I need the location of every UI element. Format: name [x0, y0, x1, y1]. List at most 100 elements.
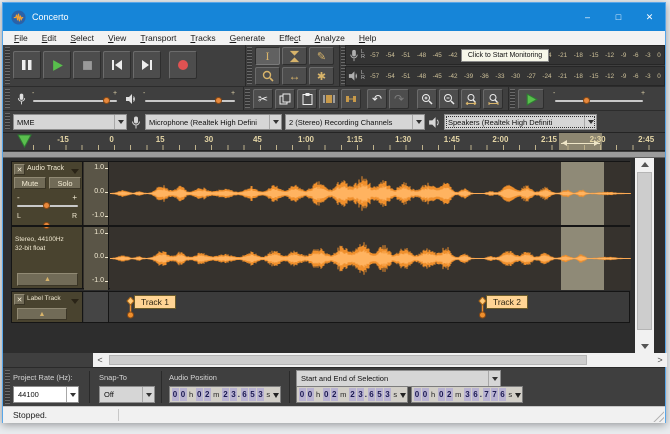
track-menu-arrow-icon[interactable]	[71, 299, 79, 308]
undo-button[interactable]: ↶	[367, 89, 387, 109]
multi-tool-button[interactable]: ✱	[309, 67, 334, 85]
copy-button[interactable]	[275, 89, 295, 109]
close-button[interactable]: ✕	[634, 3, 665, 31]
time-digit[interactable]: 6	[499, 388, 506, 401]
redo-button[interactable]: ↷	[389, 89, 409, 109]
playback-meter[interactable]: LR -57-54-51-48-45-42-39-36-33-30-27-24-…	[345, 66, 665, 86]
time-digit[interactable]: 2	[349, 388, 356, 401]
toolbar-grip[interactable]	[5, 113, 10, 130]
audio-position-field[interactable]: 00h02m23.653s	[169, 386, 281, 403]
amplitude-ruler-ch2[interactable]: 1.00.0-1.0	[84, 227, 109, 290]
time-digit[interactable]: 7	[483, 388, 490, 401]
skip-end-button[interactable]	[133, 51, 161, 79]
recording-channels-select[interactable]: 2 (Stereo) Recording Channels	[285, 114, 425, 130]
recording-device-select[interactable]: Microphone (Realtek High Defini	[145, 114, 282, 130]
record-button[interactable]	[169, 51, 197, 79]
time-digit[interactable]: 7	[491, 388, 498, 401]
track-name[interactable]: Label Track	[27, 295, 61, 302]
track-name[interactable]: Audio Track	[27, 165, 64, 172]
scroll-down-button[interactable]	[635, 340, 654, 353]
time-digit[interactable]: 3	[384, 388, 391, 401]
trim-audio-button[interactable]	[319, 89, 339, 109]
gain-slider-thumb[interactable]	[43, 202, 50, 209]
silence-audio-button[interactable]	[341, 89, 361, 109]
time-digit[interactable]: 0	[414, 388, 421, 401]
snap-to-select[interactable]: Off	[99, 386, 155, 403]
menu-item-transport[interactable]: Transport	[133, 33, 183, 43]
cut-button[interactable]: ✂	[253, 89, 273, 109]
time-digit[interactable]: 2	[331, 388, 338, 401]
horizontal-scrollbar[interactable]: < >	[93, 353, 667, 367]
toolbar-grip[interactable]	[5, 89, 10, 108]
stop-button[interactable]	[73, 51, 101, 79]
timeshift-tool-button[interactable]: ↔	[282, 67, 307, 85]
menu-item-select[interactable]: Select	[63, 33, 101, 43]
menu-item-file[interactable]: File	[7, 33, 35, 43]
chevron-down-icon[interactable]	[515, 393, 521, 401]
scroll-up-button[interactable]	[635, 158, 654, 171]
time-digit[interactable]: 2	[204, 388, 211, 401]
time-digit[interactable]: 6	[241, 388, 248, 401]
playback-speed-thumb[interactable]	[583, 97, 590, 104]
toolbar-grip[interactable]	[510, 89, 515, 108]
collapse-track-button[interactable]: ▲	[17, 273, 78, 286]
pause-button[interactable]	[13, 51, 41, 79]
solo-button[interactable]: Solo	[49, 177, 81, 189]
paste-button[interactable]	[297, 89, 317, 109]
time-digit[interactable]: 0	[180, 388, 187, 401]
playback-speed-slider[interactable]	[555, 100, 643, 102]
play-button[interactable]	[43, 51, 71, 79]
zoom-selection-button[interactable]	[461, 89, 481, 109]
time-digit[interactable]: 3	[464, 388, 471, 401]
draw-tool-button[interactable]: ✎	[309, 47, 334, 65]
waveform-channel-2[interactable]	[110, 227, 631, 290]
resize-grip[interactable]	[653, 411, 664, 422]
zoom-out-button[interactable]	[439, 89, 459, 109]
zoom-fit-button[interactable]	[483, 89, 503, 109]
time-digit[interactable]: 5	[249, 388, 256, 401]
pinned-play-head-button[interactable]	[17, 134, 32, 148]
playback-device-select[interactable]: Speakers (Realtek High Definiti	[444, 114, 597, 130]
timeline-ruler[interactable]: -1501530451:001:151:301:452:002:152:302:…	[3, 133, 665, 151]
waveform-channel-1[interactable]	[110, 162, 631, 225]
envelope-tool-button[interactable]	[282, 47, 307, 65]
maximize-button[interactable]: □	[603, 3, 634, 31]
label-chip[interactable]: Track 2	[486, 295, 528, 309]
selection-mode-select[interactable]: Start and End of Selection	[296, 370, 501, 387]
collapse-track-button[interactable]: ▲	[17, 308, 67, 320]
audio-host-select[interactable]: MME	[13, 114, 127, 130]
label-chip[interactable]: Track 1	[134, 295, 176, 309]
recording-volume-thumb[interactable]	[103, 97, 110, 104]
toolbar-grip[interactable]	[247, 47, 252, 84]
menu-item-effect[interactable]: Effect	[272, 33, 308, 43]
menu-item-edit[interactable]: Edit	[35, 33, 64, 43]
label-track-panel[interactable]: ✕ Label Track ▲	[12, 292, 83, 322]
time-digit[interactable]: 0	[307, 388, 314, 401]
time-digit[interactable]: 2	[222, 388, 229, 401]
chevron-down-icon[interactable]	[400, 393, 406, 401]
time-digit[interactable]: 0	[323, 388, 330, 401]
minimize-button[interactable]: –	[572, 3, 603, 31]
close-track-button[interactable]: ✕	[14, 164, 25, 175]
toolbar-grip[interactable]	[245, 89, 250, 108]
selection-end-field[interactable]: 00h02m36.776s	[411, 386, 523, 403]
time-digit[interactable]: 6	[368, 388, 375, 401]
time-digit[interactable]: 5	[376, 388, 383, 401]
toolbar-grip[interactable]	[5, 370, 10, 404]
vertical-scrollbar[interactable]	[635, 158, 654, 353]
horizontal-scroll-thumb[interactable]	[109, 355, 587, 365]
time-digit[interactable]: 0	[172, 388, 179, 401]
selection-tool-button[interactable]: I	[255, 47, 280, 65]
toolbar-grip[interactable]	[5, 47, 10, 84]
amplitude-ruler-ch1[interactable]: 1.00.0-1.0	[84, 162, 109, 225]
chevron-down-icon[interactable]	[273, 393, 279, 401]
play-at-speed-button[interactable]	[518, 89, 544, 109]
label-track-content[interactable]: Track 1 Track 2	[110, 292, 631, 322]
close-track-button[interactable]: ✕	[14, 294, 25, 305]
scroll-left-button[interactable]: <	[93, 353, 107, 367]
menu-item-help[interactable]: Help	[352, 33, 383, 43]
time-digit[interactable]: 0	[196, 388, 203, 401]
time-digit[interactable]: 3	[230, 388, 237, 401]
time-digit[interactable]: 0	[438, 388, 445, 401]
menu-item-analyze[interactable]: Analyze	[308, 33, 352, 43]
